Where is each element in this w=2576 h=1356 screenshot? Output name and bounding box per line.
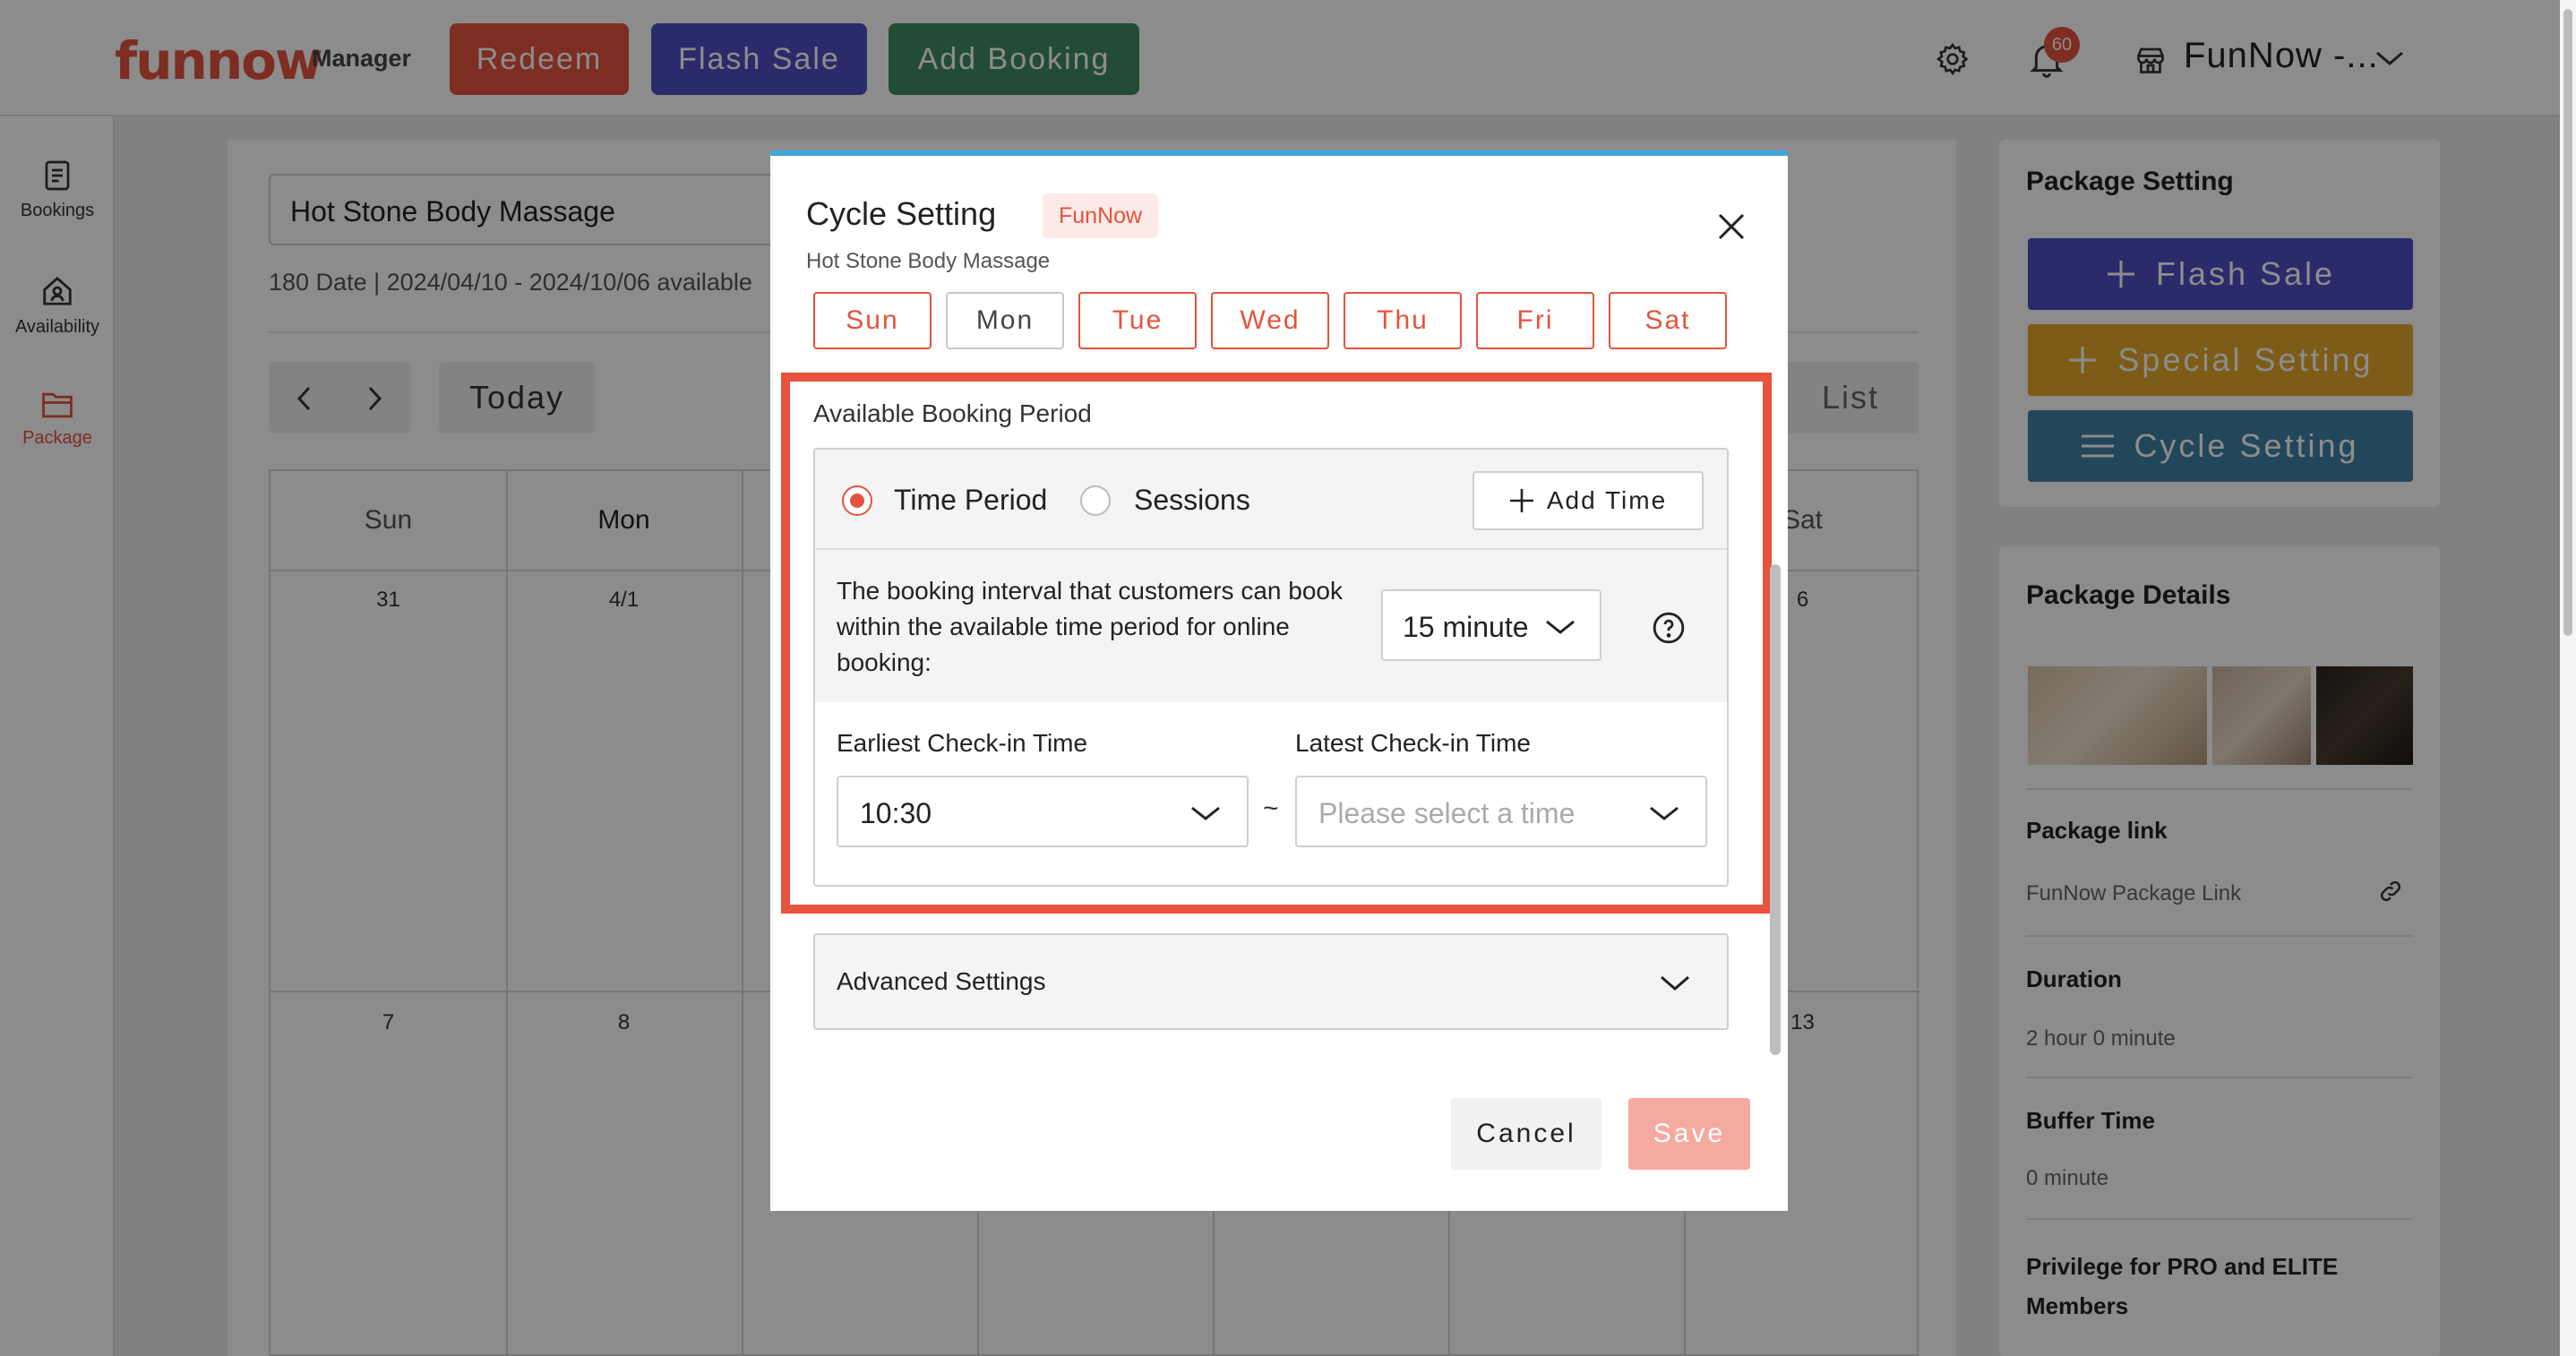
chevron-down-icon xyxy=(1191,806,1220,820)
modal-subtitle: Hot Stone Body Massage xyxy=(806,249,1051,273)
latest-checkin-label: Latest Check-in Time xyxy=(1295,729,1531,757)
chevron-down-icon xyxy=(1546,620,1575,634)
earliest-checkin-value: 10:30 xyxy=(860,797,932,829)
booking-period-label: Available Booking Period xyxy=(813,399,1092,427)
day-toggle-mon[interactable]: Mon xyxy=(946,292,1064,349)
add-time-label: Add Time xyxy=(1546,486,1668,514)
day-toggle-tue[interactable]: Tue xyxy=(1078,292,1197,349)
cycle-setting-modal: Cycle Setting FunNow Hot Stone Body Mass… xyxy=(770,150,1788,1211)
advanced-settings-label: Advanced Settings xyxy=(837,967,1046,995)
chevron-down-icon xyxy=(1661,975,1689,991)
modal-title: Cycle Setting xyxy=(806,195,997,232)
day-toggle-sun[interactable]: Sun xyxy=(813,292,932,349)
booking-period-box: Time Period Sessions Add Time The bookin… xyxy=(813,448,1729,887)
range-separator: ~ xyxy=(1263,794,1279,823)
close-icon[interactable] xyxy=(1716,211,1747,242)
advanced-settings-toggle[interactable]: Advanced Settings xyxy=(813,933,1729,1030)
interval-select[interactable]: 15 minute xyxy=(1381,589,1601,661)
earliest-checkin-select[interactable]: 10:30 xyxy=(837,776,1249,847)
add-time-button[interactable]: Add Time xyxy=(1473,471,1704,530)
interval-description: The booking interval that customers can … xyxy=(837,577,1343,676)
help-icon[interactable] xyxy=(1652,611,1686,645)
latest-checkin-placeholder: Please select a time xyxy=(1318,797,1576,829)
chevron-down-icon xyxy=(1650,806,1679,820)
day-toggle-fri[interactable]: Fri xyxy=(1476,292,1594,349)
sessions-label[interactable]: Sessions xyxy=(1134,484,1250,517)
save-button[interactable]: Save xyxy=(1628,1098,1750,1170)
day-toggle-thu[interactable]: Thu xyxy=(1344,292,1462,349)
day-toggle-sat[interactable]: Sat xyxy=(1609,292,1727,349)
time-period-radio[interactable] xyxy=(842,485,872,516)
plus-icon xyxy=(1509,489,1533,512)
day-toggle-wed[interactable]: Wed xyxy=(1211,292,1329,349)
modal-scrollbar-thumb[interactable] xyxy=(1770,564,1781,1055)
mode-selector: Time Period Sessions Add Time xyxy=(815,450,1727,550)
latest-checkin-select[interactable]: Please select a time xyxy=(1295,776,1707,847)
sessions-radio[interactable] xyxy=(1080,485,1111,516)
earliest-checkin-label: Earliest Check-in Time xyxy=(837,729,1088,757)
interval-value: 15 minute xyxy=(1403,611,1529,643)
interval-row: The booking interval that customers can … xyxy=(815,550,1727,702)
page-scrollbar-thumb[interactable] xyxy=(2563,9,2572,636)
cancel-button[interactable]: Cancel xyxy=(1451,1098,1601,1170)
brand-tag: FunNow xyxy=(1043,193,1159,238)
time-period-label[interactable]: Time Period xyxy=(894,484,1047,517)
